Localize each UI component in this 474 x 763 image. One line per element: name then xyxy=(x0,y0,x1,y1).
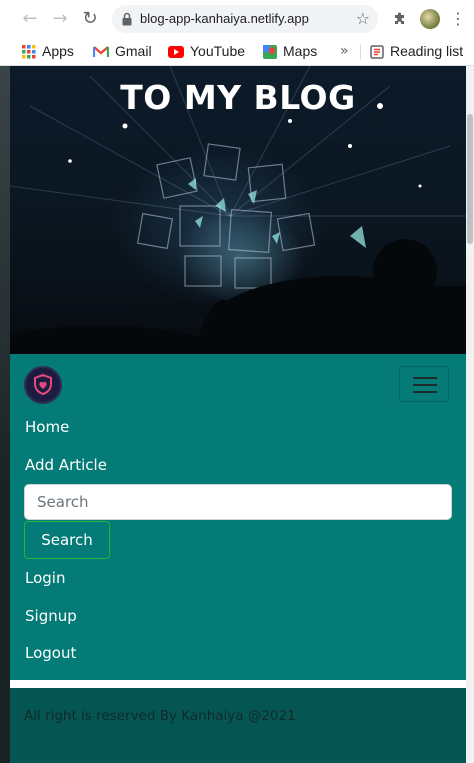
puzzle-icon[interactable] xyxy=(390,8,410,30)
search-button[interactable]: Search xyxy=(24,521,110,559)
nav-link-home[interactable]: Home xyxy=(25,418,69,436)
arrow-right-icon[interactable]: → xyxy=(48,7,72,31)
hamburger-icon xyxy=(413,391,437,393)
site-logo[interactable] xyxy=(24,366,62,404)
lock-icon xyxy=(122,12,132,26)
reading-list-label: Reading list xyxy=(390,43,464,59)
kebab-menu-icon[interactable]: ⋮ xyxy=(450,8,466,30)
nav-link-logout[interactable]: Logout xyxy=(25,644,76,662)
nav-link-signup[interactable]: Signup xyxy=(25,607,77,625)
hamburger-icon xyxy=(413,377,437,379)
shield-heart-icon xyxy=(34,373,52,396)
apps-grid-icon xyxy=(22,45,36,59)
bookmark-label: Gmail xyxy=(115,43,152,59)
page-left-edge xyxy=(0,66,10,763)
bookmarks-divider xyxy=(360,44,361,60)
maps-icon xyxy=(263,45,277,60)
scrollbar[interactable] xyxy=(466,66,474,763)
more-bookmarks-button[interactable]: » xyxy=(340,38,349,65)
bookmark-youtube[interactable]: YouTube xyxy=(168,38,245,65)
bookmark-label: YouTube xyxy=(190,43,246,59)
section-divider xyxy=(10,680,466,688)
copyright-text: All right is reserved By Kanhaiya @2021 xyxy=(24,708,296,724)
hero-title: TO MY BLOG xyxy=(120,78,356,117)
bookmarks-bar: Apps Gmail YouTube Maps » Reading list xyxy=(0,38,474,66)
nav-link-login[interactable]: Login xyxy=(25,569,65,587)
address-bar[interactable]: blog-app-kanhaiya.netlify.app ☆ xyxy=(112,5,378,33)
browser-toolbar: ← → ↻ blog-app-kanhaiya.netlify.app ☆ ⋮ xyxy=(0,0,474,38)
url-text: blog-app-kanhaiya.netlify.app xyxy=(140,11,309,26)
page-viewport: TO MY BLOG Home Add Article Search Login… xyxy=(0,66,474,763)
bookmark-maps[interactable]: Maps xyxy=(263,38,317,65)
reading-list-icon xyxy=(370,45,384,60)
scrollbar-thumb[interactable] xyxy=(467,114,473,244)
hero-banner: TO MY BLOG xyxy=(10,66,466,354)
arrow-left-icon[interactable]: ← xyxy=(18,7,42,31)
star-icon[interactable]: ☆ xyxy=(356,8,370,30)
navbar: Home Add Article Search Login Signup Log… xyxy=(10,354,466,680)
nav-link-add-article[interactable]: Add Article xyxy=(25,456,107,474)
navbar-toggler-button[interactable] xyxy=(399,366,449,402)
page-footer: All right is reserved By Kanhaiya @2021 xyxy=(10,688,466,763)
hamburger-icon xyxy=(413,384,437,386)
search-input[interactable] xyxy=(24,484,452,520)
bookmark-apps[interactable]: Apps xyxy=(22,38,74,65)
gmail-icon xyxy=(93,46,109,58)
bookmark-label: Apps xyxy=(42,43,74,59)
reading-list-button[interactable]: Reading list xyxy=(370,38,463,65)
profile-avatar[interactable] xyxy=(420,9,440,29)
bookmark-gmail[interactable]: Gmail xyxy=(93,38,152,65)
reload-icon[interactable]: ↻ xyxy=(78,7,102,31)
youtube-icon xyxy=(168,46,184,59)
bookmark-label: Maps xyxy=(283,43,318,59)
